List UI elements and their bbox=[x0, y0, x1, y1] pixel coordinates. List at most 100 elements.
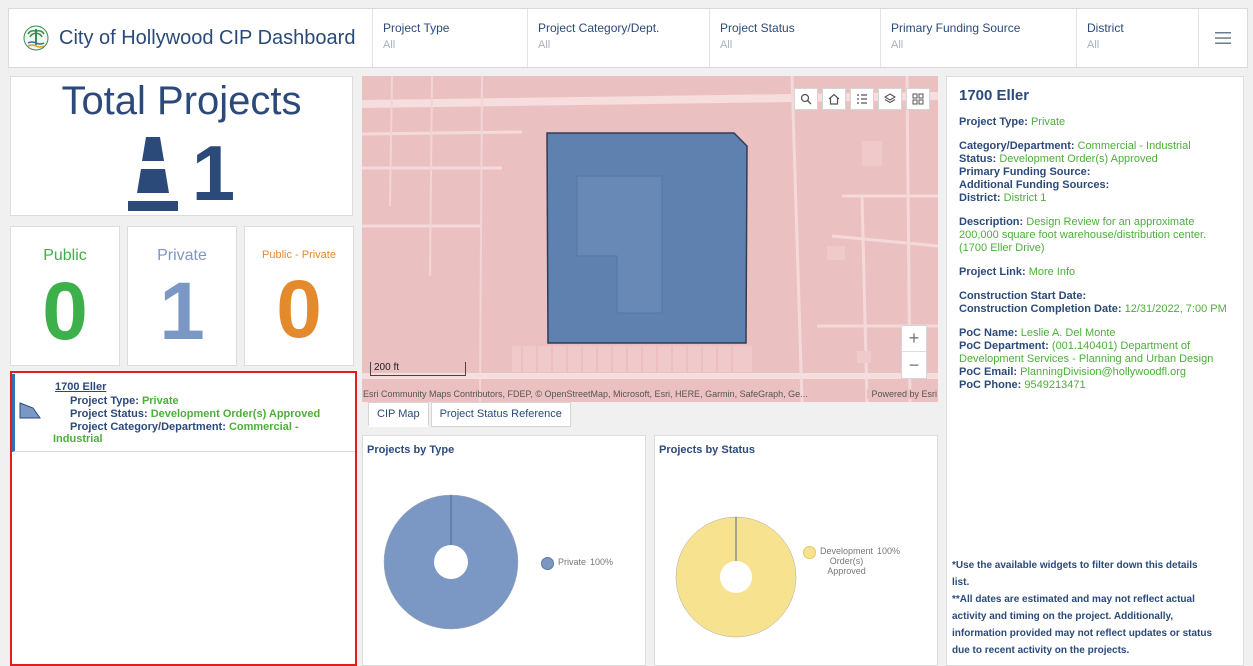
pie-chart-status[interactable] bbox=[675, 516, 797, 638]
map-basemap bbox=[362, 76, 938, 402]
detail-label: Additional Funding Sources: bbox=[959, 179, 1110, 191]
private-label: Private bbox=[157, 247, 207, 264]
total-projects-count: 1 bbox=[11, 133, 352, 213]
public-count: 0 bbox=[42, 266, 88, 357]
chart-legend[interactable]: Private 100% bbox=[541, 557, 613, 570]
filter-district[interactable]: District All bbox=[1077, 9, 1199, 67]
map-basemap-button[interactable] bbox=[906, 88, 930, 110]
zoom-out-button[interactable]: − bbox=[902, 352, 926, 378]
detail-label: Description: bbox=[959, 216, 1024, 228]
detail-status: Status: Development Order(s) Approved bbox=[959, 153, 1231, 166]
note-line: **All dates are estimated and may not re… bbox=[952, 594, 1195, 605]
city-seal-icon bbox=[23, 25, 49, 51]
legend-percent: 100% bbox=[590, 557, 614, 567]
list-item-name[interactable]: 1700 Eller bbox=[55, 381, 106, 393]
chart-legend[interactable]: Development Order(s) Approved 100% bbox=[803, 546, 900, 576]
hamburger-menu-button[interactable] bbox=[1199, 9, 1247, 67]
filter-project-type[interactable]: Project Type All bbox=[373, 9, 528, 67]
detail-value: Commercial - Industrial bbox=[1077, 140, 1191, 152]
detail-value: Leslie A. Del Monte bbox=[1020, 327, 1116, 339]
cip-map[interactable] bbox=[362, 76, 938, 402]
dashboard-title: City of Hollywood CIP Dashboard bbox=[59, 26, 356, 49]
legend-line: Order(s) bbox=[829, 556, 864, 566]
detail-label: Primary Funding Source: bbox=[959, 166, 1091, 178]
home-icon bbox=[828, 93, 840, 105]
filter-value: All bbox=[720, 39, 733, 51]
filter-project-status[interactable]: Project Status All bbox=[710, 9, 881, 67]
detail-poc-email: PoC Email: PlanningDivision@hollywoodfl.… bbox=[959, 366, 1231, 379]
attribution-text: Esri Community Maps Contributors, FDEP, … bbox=[363, 389, 808, 399]
filter-primary-funding-source[interactable]: Primary Funding Source All bbox=[881, 9, 1077, 67]
detail-label: District: bbox=[959, 192, 1001, 204]
projects-by-status-chart: Projects by Status Development Order(s) … bbox=[654, 435, 938, 666]
polygon-symbol-icon bbox=[19, 402, 41, 419]
zoom-in-button[interactable]: + bbox=[902, 326, 926, 352]
note-line: due to recent activity on the projects. bbox=[952, 645, 1130, 656]
pie-center-hole bbox=[434, 545, 468, 579]
detail-value[interactable]: PlanningDivision@hollywoodfl.org bbox=[1020, 366, 1186, 378]
detail-label: Category/Department: bbox=[959, 140, 1075, 152]
tab-cip-map[interactable]: CIP Map bbox=[368, 402, 429, 427]
detail-primary-funding: Primary Funding Source: bbox=[959, 166, 1231, 179]
traffic-cone-icon bbox=[127, 137, 178, 211]
detail-value: Design Review for an approximate bbox=[1026, 216, 1195, 228]
detail-project-link: Project Link: More Info bbox=[959, 266, 1231, 279]
type-label: Project Type: bbox=[70, 395, 139, 407]
detail-title: 1700 Eller bbox=[959, 87, 1030, 104]
legend-label: Private bbox=[558, 557, 587, 567]
note-line: activity and timing on the project. Addi… bbox=[952, 611, 1174, 622]
tab-project-status-reference[interactable]: Project Status Reference bbox=[430, 402, 571, 427]
map-legend-button[interactable] bbox=[850, 88, 874, 110]
brand: City of Hollywood CIP Dashboard bbox=[9, 9, 373, 67]
detail-description-line: (1700 Eller Drive) bbox=[959, 242, 1045, 254]
detail-project-type: Project Type: Private bbox=[959, 116, 1231, 129]
detail-description-line: 200,000 square foot warehouse/distributi… bbox=[959, 229, 1207, 241]
type-value: Private bbox=[141, 395, 179, 407]
search-icon bbox=[800, 93, 812, 105]
filter-label: Primary Funding Source bbox=[891, 21, 1021, 35]
basemap-gallery-icon bbox=[912, 93, 924, 105]
map-tabs: CIP Map Project Status Reference bbox=[368, 402, 573, 427]
detail-poc-department: PoC Department: (001.140401) Department … bbox=[959, 340, 1231, 353]
legend-swatch bbox=[803, 546, 816, 559]
powered-by-esri[interactable]: Powered by Esri bbox=[867, 389, 937, 399]
map-home-button[interactable] bbox=[822, 88, 846, 110]
total-projects-title: Total Projects bbox=[61, 79, 302, 123]
more-info-link[interactable]: More Info bbox=[1029, 266, 1075, 278]
private-stat-card: Private 1 bbox=[127, 226, 237, 366]
detail-value: Development Order(s) Approved bbox=[999, 153, 1158, 165]
list-item-category: Project Category/Department: Commercial … bbox=[70, 421, 299, 433]
filter-value: All bbox=[1087, 39, 1100, 51]
projects-by-type-chart: Projects by Type Private 100% bbox=[362, 435, 646, 666]
pie-chart-type[interactable] bbox=[383, 494, 519, 630]
status-value: Development Order(s) Approved bbox=[150, 408, 321, 420]
list-item[interactable]: 1700 Eller Project Type: Private Project… bbox=[12, 374, 355, 452]
detail-value: 12/31/2022, 7:00 PM bbox=[1124, 303, 1227, 315]
detail-completion-date: Construction Completion Date: 12/31/2022… bbox=[959, 303, 1231, 316]
detail-label: Project Link: bbox=[959, 266, 1026, 278]
chart-title: Projects by Type bbox=[367, 444, 455, 456]
map-search-button[interactable] bbox=[794, 88, 818, 110]
detail-category: Category/Department: Commercial - Indust… bbox=[959, 140, 1231, 153]
detail-label: PoC Email: bbox=[959, 366, 1018, 378]
detail-district: District: District 1 bbox=[959, 192, 1231, 205]
private-count: 1 bbox=[159, 266, 205, 357]
detail-poc-department-line: Development Services - Planning and Urba… bbox=[959, 353, 1214, 365]
filter-label: Project Status bbox=[720, 21, 795, 35]
detail-start-date: Construction Start Date: bbox=[959, 290, 1231, 303]
pie-center-hole bbox=[720, 561, 752, 593]
filter-project-category[interactable]: Project Category/Dept. All bbox=[528, 9, 710, 67]
total-count-value: 1 bbox=[191, 129, 236, 217]
public-stat-card: Public 0 bbox=[10, 226, 120, 366]
detail-value: 9549213471 bbox=[1024, 379, 1086, 391]
filter-label: Project Category/Dept. bbox=[538, 21, 660, 35]
map-attribution: Esri Community Maps Contributors, FDEP, … bbox=[363, 389, 937, 399]
list-item-status: Project Status: Development Order(s) App… bbox=[70, 408, 320, 420]
map-toolbar bbox=[794, 88, 930, 110]
filter-value: All bbox=[538, 39, 551, 51]
detail-label: PoC Name: bbox=[959, 327, 1018, 339]
legend-line: Development bbox=[820, 546, 874, 556]
legend-label: Development Order(s) Approved bbox=[820, 546, 873, 576]
status-label: Project Status: bbox=[70, 408, 148, 420]
map-layers-button[interactable] bbox=[878, 88, 902, 110]
